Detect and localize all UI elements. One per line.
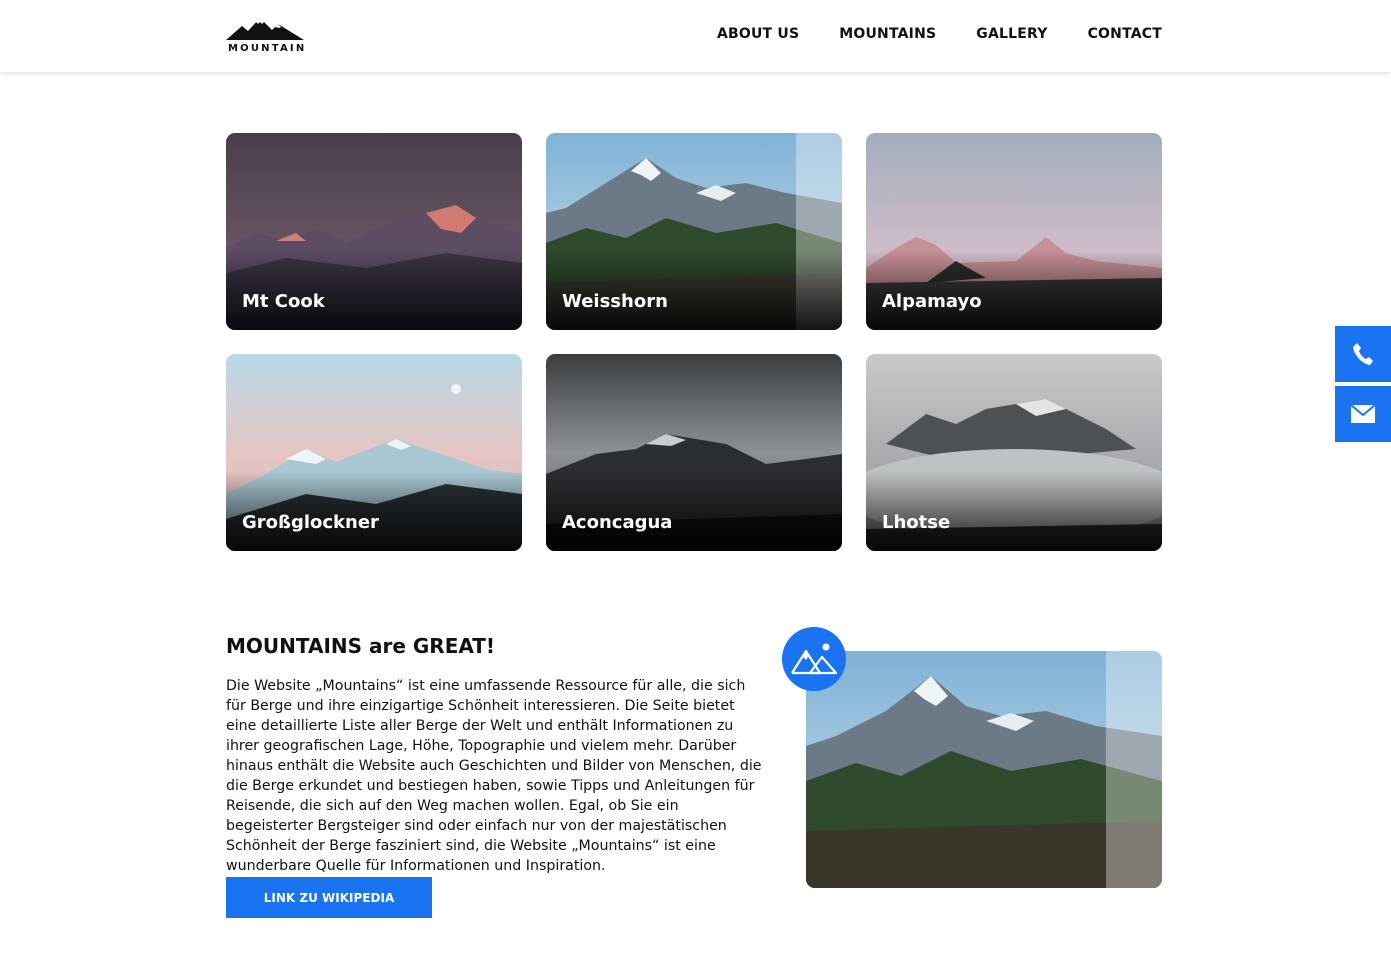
- mountain-photo: [806, 651, 1162, 888]
- card-title: Großglockner: [242, 512, 379, 533]
- section-headline: MOUNTAINS are GREAT!: [226, 634, 496, 658]
- card-grossglockner[interactable]: Großglockner: [226, 354, 522, 551]
- card-weisshorn[interactable]: Weisshorn: [546, 133, 842, 330]
- nav-contact[interactable]: CONTACT: [1088, 26, 1162, 42]
- phone-icon: [1353, 343, 1373, 365]
- wikipedia-link-button[interactable]: LINK ZU WIKIPEDIA: [226, 877, 432, 918]
- card-title: Alpamayo: [882, 291, 982, 312]
- card-shade: [546, 250, 842, 330]
- feature-image: [806, 651, 1162, 888]
- mountain-badge: [782, 627, 846, 691]
- nav-gallery[interactable]: GALLERY: [976, 26, 1047, 42]
- card-shade: [546, 471, 842, 551]
- mail-icon: [1350, 404, 1376, 423]
- card-alpamayo[interactable]: Alpamayo: [866, 133, 1162, 330]
- section-text: Die Website „Mountains“ ist eine umfasse…: [226, 678, 762, 874]
- mail-button[interactable]: [1335, 386, 1391, 442]
- logo-text: MOUNTAIN: [228, 43, 307, 54]
- card-aconcagua[interactable]: Aconcagua: [546, 354, 842, 551]
- card-mt-cook[interactable]: Mt Cook: [226, 133, 522, 330]
- card-shade: [866, 250, 1162, 330]
- main-nav: ABOUT US MOUNTAINS GALLERY CONTACT: [717, 26, 1162, 42]
- mountains-icon: [791, 643, 838, 675]
- logo[interactable]: MOUNTAIN: [226, 16, 308, 56]
- nav-about-us[interactable]: ABOUT US: [717, 26, 799, 42]
- card-title: Mt Cook: [242, 291, 325, 312]
- mountain-logo-icon: [226, 18, 304, 40]
- card-title: Lhotse: [882, 512, 951, 533]
- card-title: Aconcagua: [562, 512, 673, 533]
- card-shade: [226, 471, 522, 551]
- site-header: MOUNTAIN ABOUT US MOUNTAINS GALLERY CONT…: [0, 0, 1391, 72]
- phone-button[interactable]: [1335, 326, 1391, 382]
- card-title: Weisshorn: [562, 291, 668, 312]
- card-shade: [866, 471, 1162, 551]
- card-lhotse[interactable]: Lhotse: [866, 354, 1162, 551]
- card-shade: [226, 250, 522, 330]
- nav-mountains[interactable]: MOUNTAINS: [839, 26, 936, 42]
